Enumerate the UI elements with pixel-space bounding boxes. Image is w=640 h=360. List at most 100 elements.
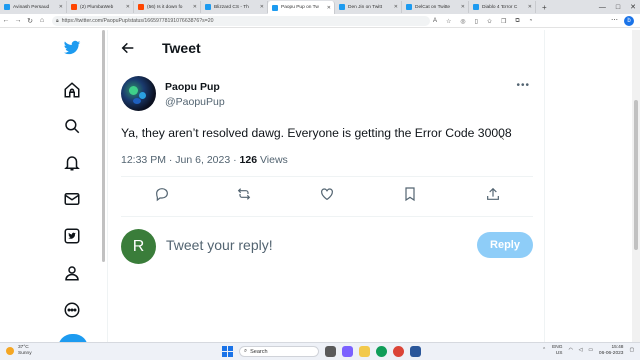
tab-close-icon[interactable]: ✕ bbox=[193, 4, 197, 10]
profile-icon[interactable]: ◔ bbox=[529, 18, 533, 24]
home-button[interactable]: ⌂ bbox=[36, 17, 48, 24]
collections-icon[interactable]: ❐ bbox=[501, 18, 506, 25]
user-avatar[interactable]: R bbox=[121, 229, 156, 264]
taskbar-apps: ⌕ Search bbox=[222, 346, 421, 357]
toolbar-icons: A ☆ ◎ ▯ ✩ ❐ ⧉ ◔ bbox=[433, 16, 532, 26]
messages-envelope-icon[interactable] bbox=[62, 189, 82, 209]
lang-line-2: US bbox=[555, 350, 563, 356]
teams-icon[interactable] bbox=[342, 346, 353, 357]
back-nav-button[interactable]: ← bbox=[0, 17, 12, 24]
bing-icon[interactable]: b bbox=[624, 16, 634, 26]
sidebar-scrollbar[interactable] bbox=[102, 30, 105, 262]
forward-nav-button[interactable]: → bbox=[12, 17, 24, 24]
taskbar-clock[interactable]: 15:48 06-06-2023 bbox=[599, 345, 624, 356]
tab-close-icon[interactable]: ✕ bbox=[327, 5, 331, 11]
browser-menu-icon[interactable]: ⋯ bbox=[611, 16, 618, 24]
weather-desc: Sunny bbox=[18, 350, 32, 356]
author-display-name[interactable]: Paopu Pup bbox=[165, 81, 220, 93]
address-bar[interactable]: 🔒︎ https://twitter.com/PaopuPup/status/1… bbox=[52, 16, 430, 26]
wifi-icon[interactable]: ◠ bbox=[568, 348, 572, 353]
lock-icon: 🔒︎ bbox=[56, 18, 59, 24]
notifications-bell-icon[interactable] bbox=[62, 153, 82, 173]
profile-person-icon[interactable] bbox=[62, 263, 82, 283]
chrome-icon[interactable] bbox=[393, 346, 404, 357]
language-indicator[interactable]: ENG US bbox=[552, 345, 562, 356]
bookmark-icon[interactable] bbox=[402, 186, 418, 202]
tab-title: (2) PlumbaWeb bbox=[80, 4, 114, 10]
read-aloud-icon[interactable]: A bbox=[433, 18, 437, 24]
tab-close-icon[interactable]: ✕ bbox=[260, 4, 264, 10]
explore-search-icon[interactable] bbox=[62, 116, 82, 136]
browser-tab[interactable]: Avinash Persaud ✕ bbox=[0, 1, 67, 13]
meta-separator: · bbox=[165, 154, 176, 166]
close-window-button[interactable]: ✕ bbox=[630, 3, 636, 11]
tab-title: Paopu Pup on Tw bbox=[281, 5, 319, 10]
author-handle[interactable]: @PaopuPup bbox=[165, 96, 225, 108]
start-windows-icon[interactable] bbox=[222, 346, 233, 357]
favorites-icon[interactable]: ✩ bbox=[487, 18, 492, 25]
browser-tab[interactable]: Diablo 4 'Error C ✕ bbox=[469, 1, 536, 13]
minimize-button[interactable]: — bbox=[599, 4, 606, 11]
twitter-blue-icon[interactable] bbox=[62, 226, 82, 246]
reply-icon[interactable] bbox=[154, 186, 170, 202]
like-heart-icon[interactable] bbox=[319, 186, 335, 202]
browser-tab[interactable]: (2) PlumbaWeb ✕ bbox=[67, 1, 134, 13]
extension-icon[interactable]: ◎ bbox=[460, 18, 465, 25]
author-avatar[interactable] bbox=[121, 76, 156, 111]
browser-tab[interactable]: DelCat on Twitte ✕ bbox=[402, 1, 469, 13]
weather-widget[interactable]: 37°C Sunny bbox=[6, 345, 32, 356]
weather-text: 37°C Sunny bbox=[18, 345, 32, 356]
tab-close-icon[interactable]: ✕ bbox=[126, 4, 130, 10]
new-tab-button[interactable]: + bbox=[542, 3, 547, 12]
edge-browser-icon[interactable] bbox=[376, 346, 387, 357]
volume-icon[interactable]: ◁ bbox=[579, 348, 583, 353]
scrollbar-thumb[interactable] bbox=[634, 100, 638, 250]
task-view-icon[interactable] bbox=[325, 346, 336, 357]
reply-input[interactable]: Tweet your reply! bbox=[166, 237, 273, 253]
more-options-circle-icon[interactable] bbox=[62, 300, 82, 320]
tweet-time[interactable]: 12:33 PM bbox=[121, 154, 166, 166]
home-icon[interactable] bbox=[62, 80, 82, 100]
file-explorer-icon[interactable] bbox=[359, 346, 370, 357]
tab-title: (56) Is it down fo bbox=[147, 4, 183, 10]
tab-favicon-icon bbox=[339, 4, 345, 10]
retweet-icon[interactable] bbox=[236, 186, 252, 202]
twitter-logo-icon[interactable] bbox=[62, 38, 82, 58]
extensions-puzzle-icon[interactable]: ⧉ bbox=[515, 18, 519, 25]
chevron-up-icon[interactable]: ⌃ bbox=[542, 348, 546, 353]
tab-close-icon[interactable]: ✕ bbox=[461, 4, 465, 10]
browser-tab-strip: Avinash Persaud ✕ (2) PlumbaWeb ✕ (56) Is it… bbox=[0, 0, 640, 14]
favorite-star-icon[interactable]: ☆ bbox=[446, 18, 451, 25]
refresh-button[interactable]: ↻ bbox=[24, 17, 36, 25]
divider bbox=[121, 216, 533, 217]
back-arrow-icon[interactable] bbox=[120, 40, 136, 56]
search-icon: ⌕ bbox=[244, 348, 248, 354]
word-icon[interactable] bbox=[410, 346, 421, 357]
tab-close-icon[interactable]: ✕ bbox=[528, 4, 532, 10]
reply-button[interactable]: Reply bbox=[477, 232, 533, 258]
search-label: Search bbox=[250, 348, 268, 355]
tweet-detail-column: Tweet Paopu Pup @PaopuPup ••• Ya, they a… bbox=[107, 30, 545, 342]
taskbar-search[interactable]: ⌕ Search bbox=[239, 346, 319, 357]
tweet-text: Ya, they aren’t resolved dawg. Everyone … bbox=[121, 126, 512, 140]
tab-close-icon[interactable]: ✕ bbox=[59, 4, 63, 10]
browser-toolbar: ← → ↻ ⌂ 🔒︎ https://twitter.com/PaopuPup/… bbox=[0, 14, 640, 28]
browser-tab[interactable]: Den Jin on Twitt ✕ bbox=[335, 1, 402, 13]
more-options-icon[interactable]: ••• bbox=[516, 80, 530, 91]
lang-line-1: ENG bbox=[552, 345, 563, 350]
split-screen-icon[interactable]: ▯ bbox=[475, 18, 478, 25]
browser-tab[interactable]: (56) Is it down fo ✕ bbox=[134, 1, 201, 13]
battery-icon[interactable]: ▭ bbox=[588, 348, 593, 353]
tweet-date[interactable]: Jun 6, 2023 bbox=[175, 154, 230, 166]
share-icon[interactable] bbox=[485, 186, 501, 202]
maximize-button[interactable]: □ bbox=[616, 4, 620, 11]
tab-favicon-icon bbox=[138, 4, 144, 10]
tab-close-icon[interactable]: ✕ bbox=[394, 4, 398, 10]
views-count[interactable]: 126 bbox=[240, 154, 258, 166]
tab-favicon-icon bbox=[406, 4, 412, 10]
page-scrollbar[interactable] bbox=[632, 30, 640, 342]
browser-tab[interactable]: Blizzard CS - Th ✕ bbox=[201, 1, 268, 13]
browser-tab[interactable]: Paopu Pup on Tw ✕ bbox=[268, 1, 335, 14]
url-text: https://twitter.com/PaopuPup/status/1665… bbox=[61, 18, 214, 24]
notification-icon[interactable]: ▢ bbox=[629, 348, 634, 353]
